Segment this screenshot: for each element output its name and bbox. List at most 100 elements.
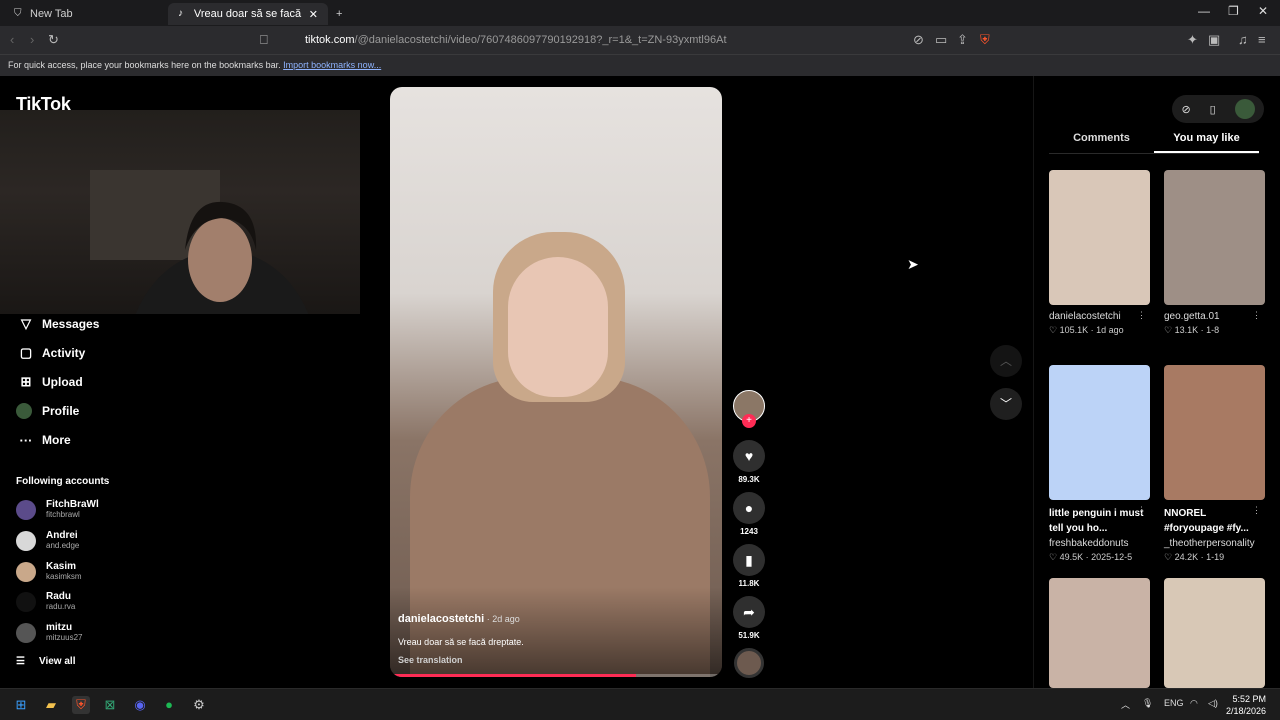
bookmark-icon[interactable]: ⎕	[260, 32, 268, 48]
tab-new-tab[interactable]: ⛉ New Tab	[4, 3, 164, 25]
language-indicator[interactable]: ENG	[1164, 698, 1184, 708]
account-handle: fitchbrawl	[46, 510, 80, 519]
share-count: 51.9K	[738, 631, 760, 640]
brave-browser-icon[interactable]: ⛨	[72, 696, 90, 714]
phone-icon[interactable]: ▯	[1210, 103, 1216, 116]
previous-video-button[interactable]: ︿	[990, 345, 1022, 377]
brave-shield-icon[interactable]: ⛨	[980, 32, 990, 48]
tray-chevron-icon[interactable]: ︿	[1121, 698, 1130, 711]
share-icon[interactable]: ⇪	[957, 32, 968, 48]
address-bar[interactable]: tiktok.com/@danielacostetchi/video/76074…	[290, 30, 1010, 50]
nav-label: Messages	[42, 317, 100, 331]
nav-messages[interactable]: ▽ Messages	[16, 314, 99, 334]
account-name: FitchBraWl	[46, 499, 99, 510]
following-account[interactable]: Radu radu.rva	[16, 591, 75, 612]
forward-icon[interactable]: ›	[30, 32, 34, 47]
right-panel-tabs: Comments You may like	[1049, 132, 1259, 154]
media-icon[interactable]: ♫	[1238, 32, 1248, 47]
recommended-video-card[interactable]: ⋮ danielacostetchi ♡ 105.1K · 1d ago	[1049, 170, 1150, 336]
windows-start-icon[interactable]: ⊞	[12, 696, 30, 714]
spotify-icon[interactable]: ●	[160, 696, 178, 714]
nav-upload[interactable]: ⊞ Upload	[16, 372, 83, 392]
music-disc-icon[interactable]	[734, 648, 764, 678]
recommended-video-card[interactable]	[1164, 578, 1265, 688]
card-title: danielacostetchi	[1049, 311, 1121, 322]
nav-more[interactable]: ··· More	[16, 430, 71, 450]
following-account[interactable]: Andrei and.edge	[16, 530, 79, 551]
steam-icon[interactable]: ⚙	[190, 696, 208, 714]
upload-icon: ⊞	[20, 374, 32, 389]
more-options-icon[interactable]: ⋮	[1252, 310, 1261, 321]
next-video-button[interactable]: ﹀	[990, 388, 1022, 420]
recommended-video-card[interactable]: ⋮ little penguin i must tell you ho... f…	[1049, 365, 1150, 563]
heart-icon: ♥	[733, 440, 765, 472]
cast-icon[interactable]: ▭	[935, 32, 947, 48]
following-account[interactable]: FitchBraWl fitchbrawl	[16, 499, 99, 520]
excel-icon[interactable]: ⊠	[101, 696, 119, 714]
account-name: Radu	[46, 591, 71, 602]
card-stat: ♡ 105.1K · 1d ago	[1049, 325, 1124, 335]
mute-icon[interactable]: ⊘	[913, 32, 924, 48]
account-handle: and.edge	[46, 541, 80, 550]
recommended-video-card[interactable]: ⋮ geo.getta.01 ♡ 13.1K · 1-8	[1164, 170, 1265, 336]
video-progress-bar[interactable]	[390, 674, 722, 677]
recommended-video-card[interactable]	[1049, 578, 1150, 688]
taskbar-clock[interactable]: 5:52 PM 2/18/2026	[1226, 693, 1266, 717]
avatar	[16, 591, 36, 612]
close-window-icon[interactable]: ✕	[1258, 4, 1268, 18]
tab-label: Vreau doar să se facă dreptat	[193, 8, 303, 20]
sidebar-icon[interactable]: ▣	[1208, 32, 1220, 48]
card-stat: ♡ 24.2K · 1-19	[1164, 552, 1225, 562]
new-tab-button[interactable]: +	[332, 3, 352, 25]
import-bookmarks-link[interactable]: Import bookmarks now...	[283, 60, 381, 70]
card-stat: ♡ 49.5K · 2025-12-5	[1049, 552, 1133, 562]
share-button[interactable]: ➦ 51.9K	[732, 596, 766, 640]
save-button[interactable]: ▮ 11.8K	[732, 544, 766, 588]
windows-taskbar: ⊞ ▰ ⛨ ⊠ ◉ ● ⚙ ︿ 🎙 ENG ◠ ◁) 5:52 PM 2/18/…	[0, 688, 1280, 720]
profile-icon	[16, 403, 32, 419]
save-count: 11.8K	[738, 579, 760, 588]
recommended-video-card[interactable]: ⋮ NNOREL #foryoupage #fy... _theotherper…	[1164, 365, 1265, 563]
extensions-icon[interactable]: ✦	[1187, 32, 1198, 48]
follow-plus-icon[interactable]: +	[742, 414, 756, 428]
nav-profile[interactable]: Profile	[16, 401, 79, 421]
comment-button[interactable]: ● 1243	[732, 492, 766, 536]
discord-icon[interactable]: ◉	[131, 696, 149, 714]
video-player[interactable]: danielacostetchi · 2d ago Vreau doar să …	[390, 87, 722, 677]
back-icon[interactable]: ‹	[10, 32, 14, 47]
card-title: geo.getta.01	[1164, 311, 1220, 322]
menu-icon[interactable]: ≡	[1258, 32, 1266, 47]
avatar	[16, 530, 36, 551]
user-avatar[interactable]	[1234, 99, 1255, 119]
close-tab-icon[interactable]: ✕	[309, 8, 318, 21]
video-thumbnail	[1049, 578, 1150, 688]
restore-icon[interactable]: ❐	[1228, 4, 1239, 18]
tab-you-may-like[interactable]: You may like	[1154, 132, 1259, 153]
more-options-icon[interactable]: ⋮	[1252, 505, 1261, 516]
tab-comments[interactable]: Comments	[1049, 132, 1154, 153]
microphone-icon[interactable]: 🎙	[1142, 698, 1153, 709]
card-stat: ♡ 13.1K · 1-8	[1164, 325, 1220, 335]
reload-icon[interactable]: ↻	[48, 32, 59, 48]
like-count: 89.3K	[738, 475, 760, 484]
view-all-button[interactable]: ☰ View all	[16, 656, 75, 667]
avatar	[16, 561, 36, 582]
account-name: mitzu	[46, 622, 73, 633]
like-button[interactable]: ♥ 89.3K	[732, 440, 766, 484]
bookmarks-hint: For quick access, place your bookmarks h…	[8, 60, 281, 70]
file-explorer-icon[interactable]: ▰	[42, 696, 60, 714]
video-author[interactable]: danielacostetchi · 2d ago	[398, 613, 520, 625]
url-host: tiktok.com	[305, 34, 355, 46]
minimize-icon[interactable]: —	[1198, 4, 1210, 18]
following-account[interactable]: Kasim kasimksm	[16, 561, 82, 582]
more-options-icon[interactable]: ⋮	[1137, 310, 1146, 321]
more-options-icon[interactable]: ⋮	[1137, 505, 1146, 516]
wifi-icon[interactable]: ◠	[1190, 698, 1198, 709]
see-translation-button[interactable]: See translation	[398, 655, 463, 665]
nav-activity[interactable]: ▢ Activity	[16, 343, 86, 363]
tab-tiktok-video[interactable]: ♪ Vreau doar să se facă dreptat ✕	[168, 3, 328, 25]
volume-icon[interactable]: ◁)	[1208, 698, 1218, 709]
bookmarks-bar: For quick access, place your bookmarks h…	[0, 54, 1280, 76]
following-account[interactable]: mitzu mitzuus27	[16, 622, 82, 643]
compass-icon[interactable]: ⊘	[1181, 103, 1190, 116]
